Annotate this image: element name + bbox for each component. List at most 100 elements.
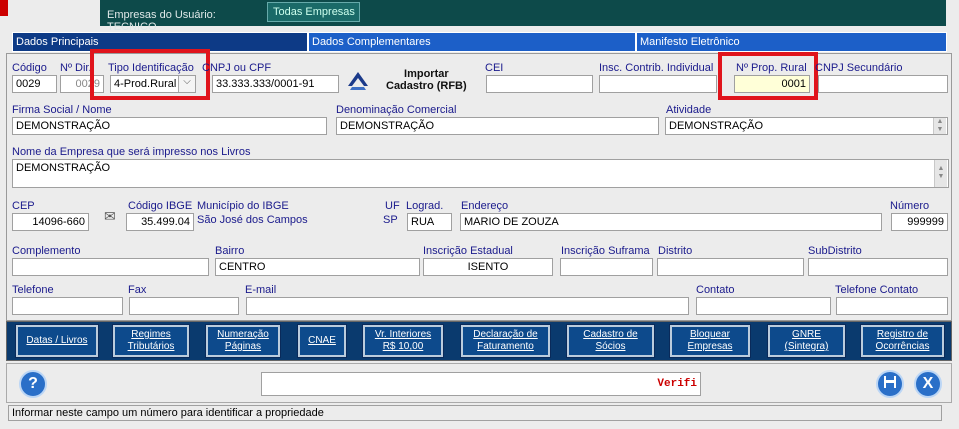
distrito-field[interactable] bbox=[657, 258, 804, 276]
gnre-sintegra-button[interactable]: GNRE (Sintegra) bbox=[767, 324, 846, 358]
denominacao-label: Denominação Comercial bbox=[336, 104, 457, 116]
municipio-label: Município do IBGE bbox=[197, 200, 289, 212]
cep-label: CEP bbox=[12, 200, 35, 212]
lograd-field[interactable]: RUA bbox=[407, 213, 452, 231]
ibge-field[interactable]: 35.499.04 bbox=[126, 213, 194, 231]
registro-ocorrencias-button[interactable]: Registro de Ocorrências bbox=[860, 324, 945, 358]
denominacao-field[interactable]: DEMONSTRAÇÃO bbox=[336, 117, 659, 135]
subdistrito-field[interactable] bbox=[808, 258, 948, 276]
insc-estadual-label: Inscrição Estadual bbox=[423, 245, 513, 257]
help-icon: ? bbox=[28, 375, 38, 392]
bloquear-empresas-button[interactable]: Bloquear Empresas bbox=[669, 324, 751, 358]
btn-label-1: Registro de bbox=[876, 329, 929, 340]
nome-livros-label: Nome da Empresa que será impresso nos Li… bbox=[12, 146, 251, 158]
save-button[interactable] bbox=[876, 370, 904, 398]
complemento-field[interactable] bbox=[12, 258, 209, 276]
btn-label-1: CNAE bbox=[308, 335, 336, 346]
btn-label-1: Datas / Livros bbox=[26, 335, 88, 346]
import-rfb-button[interactable]: Importar Cadastro (RFB) bbox=[386, 68, 467, 92]
cadastro-socios-button[interactable]: Cadastro de Sócios bbox=[566, 324, 655, 358]
codigo-label: Código bbox=[12, 62, 47, 74]
firma-field[interactable]: DEMONSTRAÇÃO bbox=[12, 117, 327, 135]
tab-all-companies[interactable]: Todas Empresas bbox=[267, 2, 360, 22]
email-label: E-mail bbox=[245, 284, 277, 296]
municipio-value: São José dos Campos bbox=[197, 214, 308, 226]
regimes-tributarios-button[interactable]: Regimes Tributários bbox=[112, 324, 190, 358]
cei-label: CEI bbox=[485, 62, 504, 74]
telefone-label: Telefone bbox=[12, 284, 54, 296]
message-box: Verifi bbox=[261, 372, 701, 396]
help-button[interactable]: ? bbox=[19, 370, 47, 398]
endereco-field[interactable]: MARIO DE ZOUZA bbox=[460, 213, 882, 231]
btn-label-1: Regimes bbox=[131, 329, 171, 340]
subdistrito-label: SubDistrito bbox=[808, 245, 862, 257]
btn-label-2: Sócios bbox=[595, 341, 626, 352]
datas-livros-button[interactable]: Datas / Livros bbox=[15, 324, 99, 358]
cnpj-sec-field[interactable] bbox=[818, 75, 948, 93]
close-button[interactable]: X bbox=[914, 370, 942, 398]
cnpj-sec-label: CNPJ Secundário bbox=[815, 62, 903, 74]
tab-manifesto-eletronico[interactable]: Manifesto Eletrônico bbox=[636, 32, 947, 52]
btn-label-2: R$ 10,00 bbox=[382, 341, 424, 352]
contato-label: Contato bbox=[696, 284, 735, 296]
cei-field[interactable] bbox=[486, 75, 593, 93]
btn-label-2: Tributários bbox=[127, 341, 175, 352]
numero-label: Número bbox=[890, 200, 930, 212]
btn-label-1: Vr. Interiores bbox=[374, 329, 432, 340]
lograd-label: Lograd. bbox=[406, 200, 444, 212]
fax-label: Fax bbox=[128, 284, 147, 296]
highlight-tipo bbox=[90, 49, 210, 100]
btn-label-2: Empresas bbox=[687, 341, 733, 352]
import-label-1: Importar bbox=[404, 68, 449, 80]
tel-contato-label: Telefone Contato bbox=[835, 284, 919, 296]
btn-label-2: Ocorrências bbox=[875, 341, 930, 352]
vr-interiores-button[interactable]: Vr. Interiores R$ 10,00 bbox=[362, 324, 444, 358]
firma-label: Firma Social / Nome bbox=[12, 104, 112, 116]
tel-contato-field[interactable] bbox=[836, 297, 948, 315]
nome-livros-scroll[interactable]: ▲ ▼ bbox=[934, 160, 947, 187]
btn-label-1: Cadastro de bbox=[583, 329, 638, 340]
tab-user-companies[interactable]: Empresas do Usuário: TECNICO bbox=[103, 0, 267, 33]
insc-estadual-field[interactable]: ISENTO bbox=[423, 258, 553, 276]
rfb-logo-icon[interactable] bbox=[344, 68, 372, 94]
atividade-scroll[interactable]: ▲ ▼ bbox=[933, 118, 946, 134]
status-bar: Informar neste campo um número para iden… bbox=[8, 405, 942, 421]
window-corner bbox=[0, 0, 8, 16]
insc-contrib-field[interactable] bbox=[599, 75, 717, 93]
nome-livros-field[interactable]: DEMONSTRAÇÃO bbox=[12, 159, 949, 188]
insc-contrib-label: Insc. Contrib. Individual bbox=[599, 62, 714, 74]
endereco-label: Endereço bbox=[461, 200, 509, 212]
btn-label-1: Declaração de bbox=[473, 329, 538, 340]
mailbox-icon[interactable]: ✉ bbox=[104, 208, 116, 225]
cnpj-label: CNPJ ou CPF bbox=[202, 62, 272, 74]
telefone-field[interactable] bbox=[12, 297, 123, 315]
atividade-label: Atividade bbox=[666, 104, 712, 116]
uf-label: UF bbox=[385, 200, 400, 212]
bairro-field[interactable]: CENTRO bbox=[215, 258, 420, 276]
numeracao-paginas-button[interactable]: Numeração Páginas bbox=[205, 324, 281, 358]
complemento-label: Complemento bbox=[12, 245, 81, 257]
declaracao-faturamento-button[interactable]: Declaração de Faturamento bbox=[460, 324, 551, 358]
numero-field[interactable]: 999999 bbox=[891, 213, 948, 231]
insc-suframa-label: Inscrição Suframa bbox=[561, 245, 650, 257]
btn-label-2: (Sintegra) bbox=[784, 341, 829, 352]
insc-suframa-field[interactable] bbox=[560, 258, 653, 276]
tab-dados-complementares[interactable]: Dados Complementares bbox=[308, 32, 636, 52]
distrito-label: Distrito bbox=[658, 245, 693, 257]
ibge-label: Código IBGE bbox=[128, 200, 193, 212]
btn-label-2: Páginas bbox=[224, 341, 262, 352]
btn-label-1: Bloquear bbox=[689, 329, 730, 340]
btn-label-1: Numeração bbox=[217, 329, 269, 340]
cnpj-field[interactable]: 33.333.333/0001-91 bbox=[212, 75, 339, 93]
ndir-label: Nº Dir. bbox=[60, 62, 92, 74]
fax-field[interactable] bbox=[129, 297, 239, 315]
cep-field[interactable]: 14096-660 bbox=[12, 213, 89, 231]
contato-field[interactable] bbox=[696, 297, 831, 315]
atividade-field[interactable]: DEMONSTRAÇÃO bbox=[665, 117, 948, 135]
cnae-button[interactable]: CNAE bbox=[297, 324, 347, 358]
highlight-prop-rural bbox=[718, 52, 818, 100]
email-field[interactable] bbox=[246, 297, 689, 315]
bairro-label: Bairro bbox=[215, 245, 245, 257]
uf-value: SP bbox=[383, 214, 398, 226]
codigo-field[interactable]: 0029 bbox=[12, 75, 57, 93]
